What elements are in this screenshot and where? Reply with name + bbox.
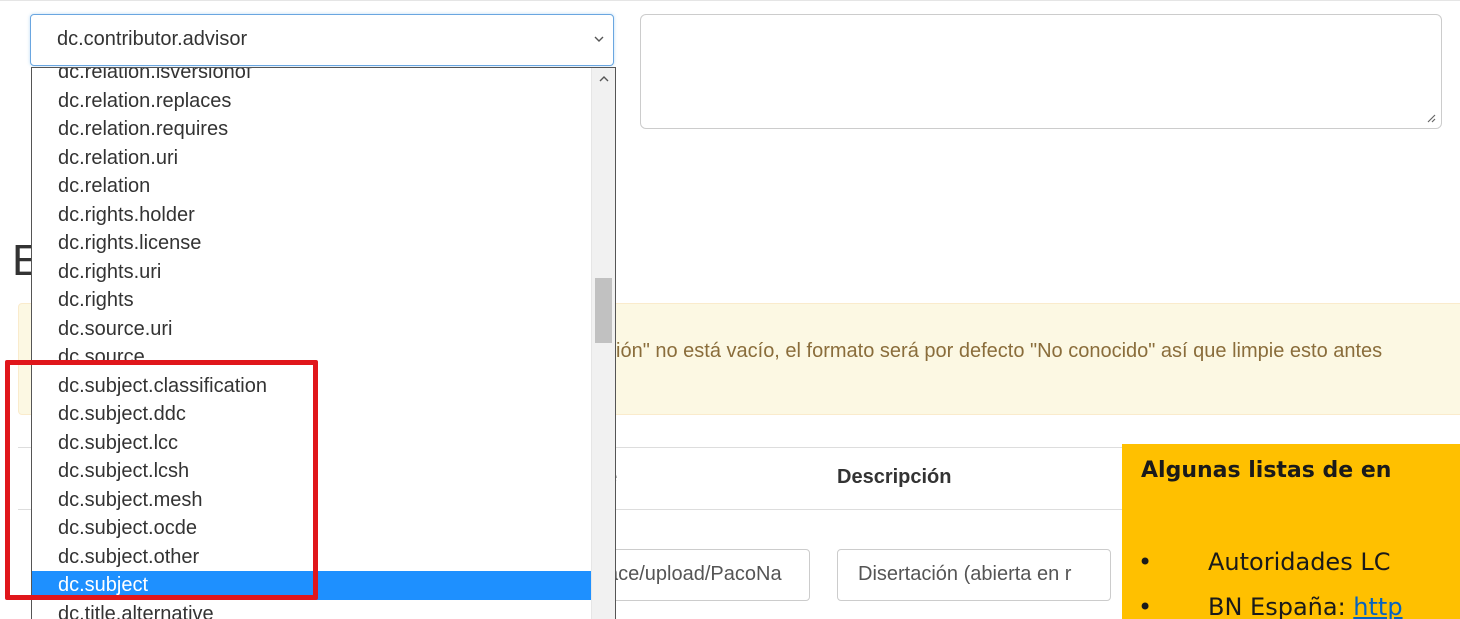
slide-link[interactable]: http [1353,593,1402,619]
file-url-input-value: ace/upload/PacoNa [607,563,782,585]
scrollbar-thumb[interactable] [595,278,612,343]
file-url-input[interactable]: ace/upload/PacoNa [600,549,810,601]
resize-grip-icon[interactable] [1426,113,1436,123]
presentation-slide-overlay: Algunas listas de en • Autoridades LC • BN… [1122,444,1460,619]
bullet-marker: • [1138,548,1153,576]
slide-bullet-item: • Autoridades LC [1138,548,1390,576]
dropdown-option[interactable]: dc.rights.holder [32,201,591,230]
metadata-value-textarea[interactable] [640,14,1442,129]
dropdown-option[interactable]: dc.rights.uri [32,258,591,287]
slide-bullet-item: • BN España: http [1138,593,1403,619]
warning-alert-text: ción" no está vacío, el formato será por… [606,340,1383,362]
bullet-marker: • [1138,593,1153,619]
chevron-down-icon [594,36,604,42]
dropdown-option[interactable]: dc.relation.isversionof [32,68,591,87]
slide-bullet-text: BN España: [1208,593,1354,619]
dropdown-option[interactable]: dc.relation.replaces [32,87,591,116]
slide-bullet-text: Autoridades LC [1208,548,1391,576]
slide-title: Algunas listas de en [1141,458,1392,483]
table-header-description: Descripción [837,466,952,488]
scroll-up-arrow-icon[interactable] [598,74,610,84]
file-description-input[interactable]: Disertación (abierta en r [837,549,1111,601]
dropdown-option[interactable]: dc.relation.requires [32,115,591,144]
file-description-input-value: Disertación (abierta en r [858,563,1072,585]
top-divider [0,0,1460,1]
dropdown-option[interactable]: dc.relation.uri [32,144,591,173]
dropdown-option[interactable]: dc.title.alternative [32,600,591,619]
dropdown-scrollbar[interactable] [591,68,615,619]
dropdown-option[interactable]: dc.rights.license [32,229,591,258]
dropdown-option[interactable]: dc.rights [32,286,591,315]
highlight-annotation [5,360,318,600]
dropdown-option[interactable]: dc.relation [32,172,591,201]
metadata-field-select[interactable]: dc.contributor.advisor [30,14,614,66]
dropdown-option[interactable]: dc.source.uri [32,315,591,344]
metadata-field-select-value: dc.contributor.advisor [57,28,248,50]
